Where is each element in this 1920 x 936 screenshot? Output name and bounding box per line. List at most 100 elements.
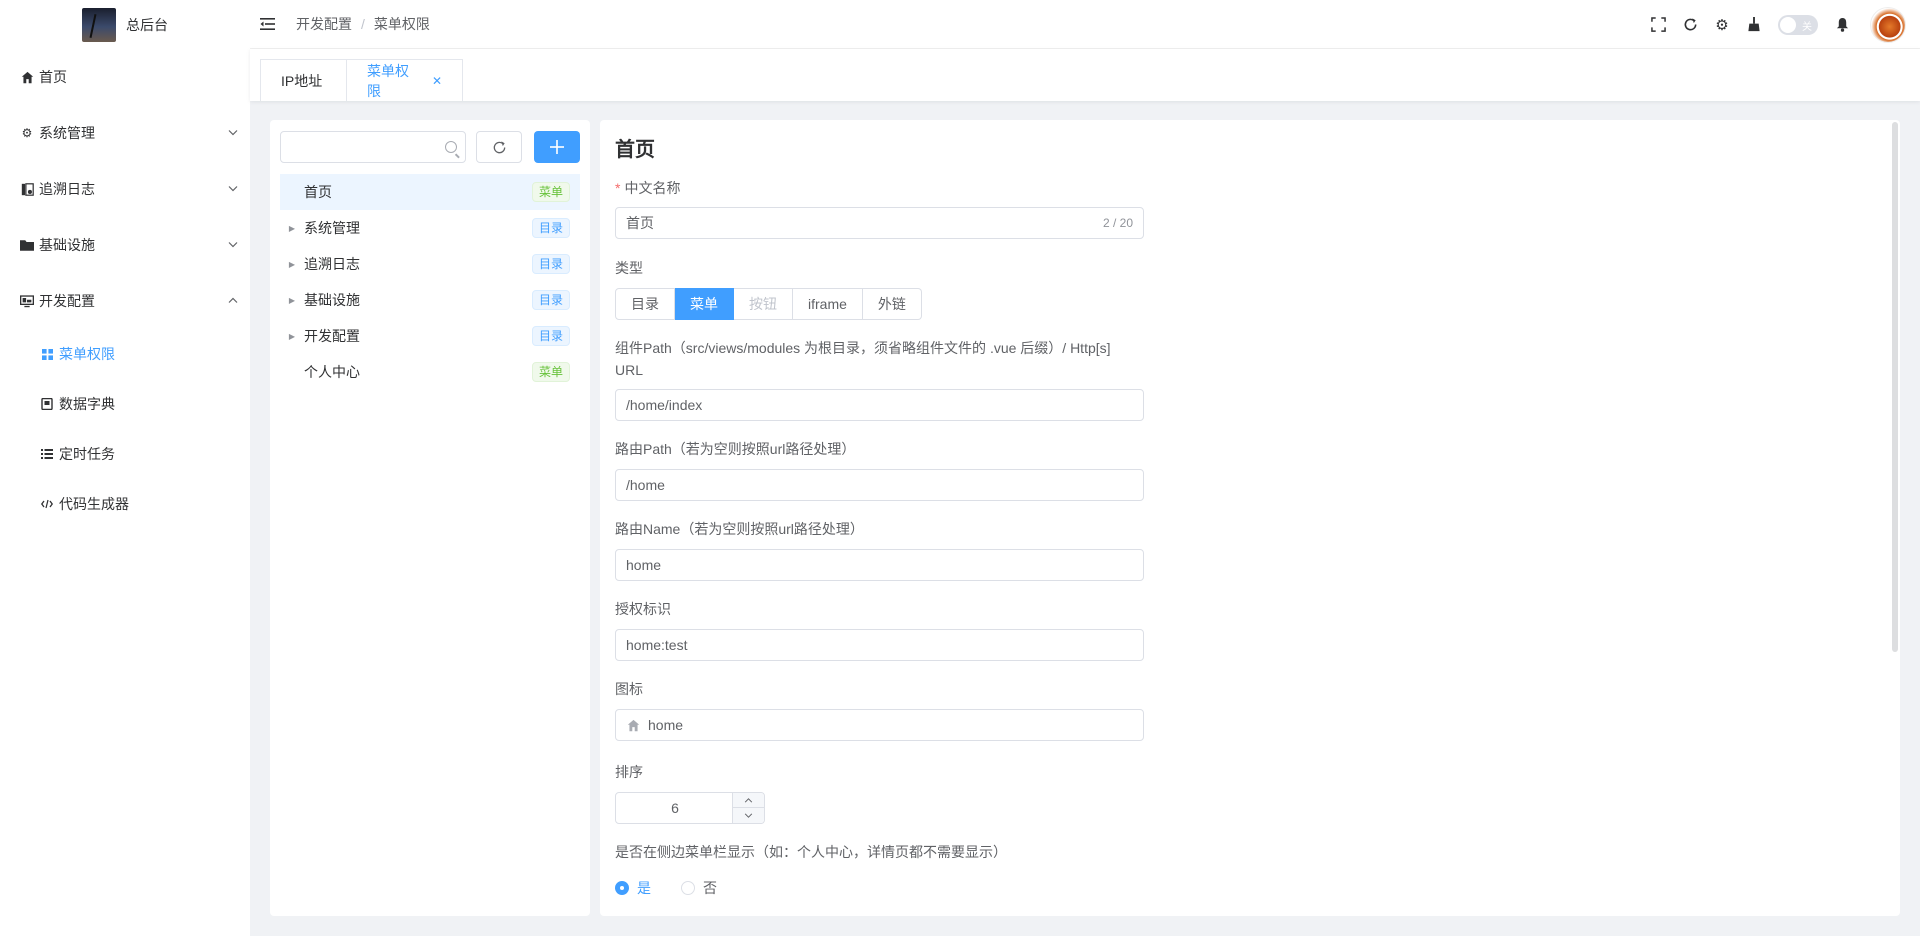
type-label: 类型 — [615, 260, 643, 276]
home-icon — [20, 70, 34, 84]
tree-node[interactable]: 首页 菜单 — [280, 174, 580, 210]
grid-icon — [40, 347, 54, 361]
close-icon[interactable]: ✕ — [432, 74, 442, 88]
tree-node-label: 开发配置 — [304, 328, 360, 344]
sidebar: 总后台 首页 ⚙ 系统管理 追溯日志 基础设施 开发配置 菜单权限 数据字典 定… — [0, 0, 250, 936]
tree-node[interactable]: ▶ 追溯日志 目录 — [280, 246, 580, 282]
route-name-field[interactable]: home — [615, 549, 1144, 581]
permission-field[interactable]: home:test — [615, 629, 1144, 661]
sidebar-item-label: 追溯日志 — [39, 181, 95, 197]
dark-mode-switch[interactable]: 关 — [1778, 14, 1818, 35]
tree-node-label: 首页 — [304, 184, 332, 200]
scrollbar[interactable] — [1892, 122, 1898, 652]
type-option-iframe[interactable]: iframe — [793, 288, 863, 320]
sidebar-item-infra[interactable]: 基础设施 — [0, 217, 250, 273]
bell-icon[interactable] — [1834, 17, 1850, 33]
permission-label: 授权标识 — [615, 601, 671, 617]
user-avatar[interactable] — [1870, 6, 1906, 43]
form-title: 首页 — [615, 139, 655, 161]
sidebar-subitem-menu-permission[interactable]: 菜单权限 — [0, 329, 250, 379]
type-option-button[interactable]: 按钮 — [734, 288, 793, 320]
chevron-up-icon — [228, 296, 238, 307]
sidebar-subitem-label: 定时任务 — [59, 446, 115, 462]
tree-node[interactable]: 个人中心 菜单 — [280, 354, 580, 390]
list-icon — [40, 447, 54, 461]
tree-node-label: 个人中心 — [304, 364, 360, 380]
sort-value[interactable]: 6 — [616, 793, 734, 823]
tree-refresh-button[interactable] — [476, 131, 522, 163]
type-option-menu[interactable]: 菜单 — [675, 288, 734, 320]
tree-node[interactable]: ▶ 基础设施 目录 — [280, 282, 580, 318]
component-path-field[interactable]: /home/index — [615, 389, 1144, 421]
tree-search[interactable] — [280, 131, 466, 163]
name-label: * 中文名称 — [615, 180, 681, 196]
chevron-down-icon — [228, 128, 238, 139]
radio-dot — [615, 881, 629, 895]
menu-tree: 首页 菜单 ▶ 系统管理 目录 ▶ 追溯日志 目录 ▶ 基础设施 目录 ▶ 开发… — [280, 174, 580, 390]
name-field[interactable]: 首页 2 / 20 — [615, 207, 1144, 239]
caret-right-icon[interactable]: ▶ — [280, 224, 304, 233]
chevron-down-icon[interactable] — [733, 808, 764, 823]
tree-node[interactable]: ▶ 开发配置 目录 — [280, 318, 580, 354]
tab-menu-permission[interactable]: 菜单权限 ✕ — [346, 59, 463, 101]
sidebar-item-logs[interactable]: 追溯日志 — [0, 161, 250, 217]
tree-node[interactable]: ▶ 系统管理 目录 — [280, 210, 580, 246]
sidebar-subitem-dictionary[interactable]: 数据字典 — [0, 379, 250, 429]
tree-add-button[interactable] — [534, 131, 580, 163]
collapse-menu-icon[interactable] — [260, 17, 276, 31]
tree-search-input[interactable] — [281, 132, 465, 162]
monitor-icon — [20, 294, 34, 308]
log-icon — [20, 182, 34, 196]
chevron-up-icon[interactable] — [733, 793, 764, 808]
sidebar-subitem-code-generator[interactable]: 代码生成器 — [0, 479, 250, 529]
sidebar-item-system[interactable]: ⚙ 系统管理 — [0, 105, 250, 161]
logo: 总后台 — [0, 0, 250, 49]
icon-value: home — [648, 717, 684, 733]
breadcrumb-item-current: 菜单权限 — [373, 16, 430, 32]
logo-image — [82, 7, 116, 42]
breadcrumb-item[interactable]: 开发配置 — [296, 14, 352, 34]
tags-bar: IP地址 菜单权限 ✕ — [250, 49, 1920, 101]
radio-no[interactable]: 否 — [681, 878, 717, 898]
tree-node-badge: 目录 — [531, 326, 570, 346]
caret-right-icon[interactable]: ▶ — [280, 260, 304, 269]
gear-icon[interactable]: ⚙ — [1714, 17, 1730, 34]
route-path-value: /home — [626, 477, 665, 493]
radio-label: 否 — [703, 880, 717, 896]
top-header: 开发配置 / 菜单权限 ⚙ 关 — [250, 0, 1920, 49]
stepper-controls — [732, 793, 764, 823]
caret-right-icon[interactable]: ▶ — [280, 296, 304, 305]
icon-picker-field[interactable]: home — [615, 709, 1144, 741]
sidebar-item-home[interactable]: 首页 — [0, 49, 250, 105]
tab-ip-address[interactable]: IP地址 — [260, 59, 347, 101]
tree-node-badge: 目录 — [531, 218, 570, 238]
sidebar-item-dev-config[interactable]: 开发配置 — [0, 273, 250, 329]
sidebar-subitem-scheduled-tasks[interactable]: 定时任务 — [0, 429, 250, 479]
type-option-directory[interactable]: 目录 — [615, 288, 675, 320]
app-title: 总后台 — [126, 16, 168, 33]
fullscreen-icon[interactable] — [1650, 17, 1666, 33]
menu-tree-panel: 首页 菜单 ▶ 系统管理 目录 ▶ 追溯日志 目录 ▶ 基础设施 目录 ▶ 开发… — [270, 120, 590, 916]
radio-yes[interactable]: 是 — [615, 878, 651, 898]
broom-icon[interactable] — [1746, 17, 1762, 33]
type-option-external-link[interactable]: 外链 — [862, 288, 922, 320]
chevron-down-icon — [228, 184, 238, 195]
name-value: 首页 — [626, 215, 654, 231]
sidebar-subitem-label: 数据字典 — [59, 396, 115, 412]
folder-icon — [20, 238, 34, 252]
route-path-field[interactable]: /home — [615, 469, 1144, 501]
sidebar-subitem-label: 代码生成器 — [59, 496, 129, 512]
refresh-icon[interactable] — [1682, 17, 1698, 33]
caret-right-icon[interactable]: ▶ — [280, 332, 304, 341]
plus-icon — [550, 140, 564, 154]
chevron-down-icon — [228, 240, 238, 251]
route-name-value: home — [626, 557, 662, 573]
char-count: 2 / 20 — [1102, 216, 1133, 230]
required-mark: * — [615, 180, 621, 196]
tree-node-badge: 目录 — [531, 254, 570, 274]
route-name-label: 路由Name（若为空则按照url路径处理） — [615, 521, 864, 537]
menu-form-panel: 首页 * 中文名称 首页 2 / 20 类型 目录 菜单 按钮 iframe 外链… — [600, 120, 1900, 916]
sort-stepper[interactable]: 6 — [615, 792, 765, 824]
breadcrumb: 开发配置 / 菜单权限 — [296, 14, 430, 34]
tree-node-label: 追溯日志 — [304, 256, 360, 272]
